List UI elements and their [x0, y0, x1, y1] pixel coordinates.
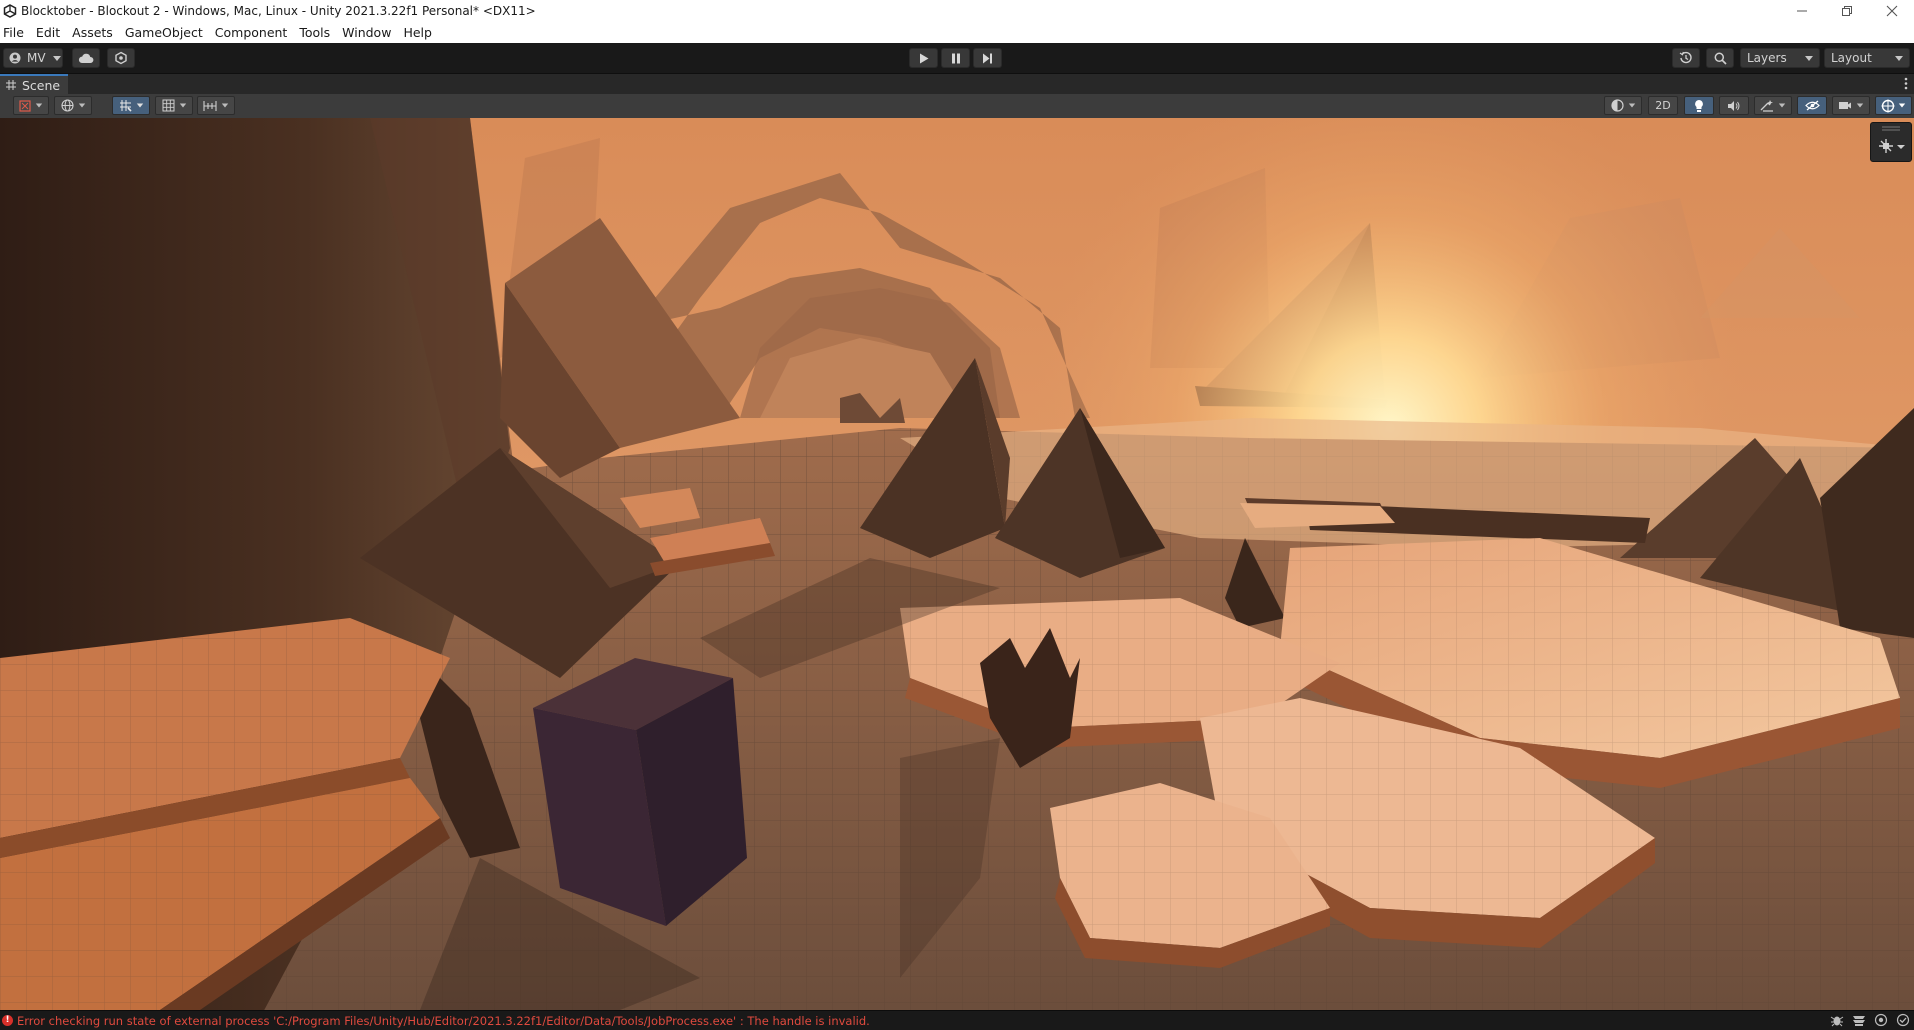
chevron-down-icon — [1778, 103, 1786, 108]
scene-viewport[interactable] — [0, 118, 1914, 1010]
shading-icon — [1610, 99, 1624, 112]
maximize-button[interactable] — [1824, 0, 1869, 22]
account-icon — [9, 52, 21, 64]
hidden-objects-icon — [1804, 100, 1820, 111]
more-icon — [1904, 77, 1908, 90]
history-icon — [1679, 51, 1692, 64]
play-icon — [919, 53, 928, 63]
menu-bar: File Edit Assets GameObject Component To… — [0, 22, 1914, 44]
transform-tool-icon — [19, 99, 31, 112]
grid-icon — [162, 99, 174, 112]
layers-dropdown[interactable]: Layers — [1740, 48, 1820, 68]
menu-window[interactable]: Window — [338, 25, 399, 40]
search-button[interactable] — [1706, 48, 1734, 68]
menu-help[interactable]: Help — [399, 25, 440, 40]
scene-tab-bar: Scene — [0, 74, 1914, 94]
scene-render — [0, 118, 1914, 1010]
cloud-icon — [78, 53, 94, 63]
pause-icon — [951, 53, 960, 63]
minimize-icon — [1796, 10, 1807, 12]
account-label: MV — [27, 51, 46, 65]
layers-label: Layers — [1747, 51, 1787, 65]
effects-icon — [1760, 100, 1773, 112]
close-button[interactable] — [1869, 0, 1914, 22]
increment-snap-dropdown[interactable] — [197, 96, 235, 115]
tab-more-button[interactable] — [1904, 77, 1908, 93]
chevron-down-icon — [1856, 103, 1864, 108]
layout-label: Layout — [1831, 51, 1872, 65]
status-bar[interactable]: ! Error checking run state of external p… — [0, 1010, 1914, 1030]
window-title: Blocktober - Blockout 2 - Windows, Mac, … — [21, 4, 536, 18]
toggle-lighting-button[interactable] — [1684, 96, 1714, 115]
effects-dropdown[interactable] — [1754, 96, 1792, 115]
gizmos-icon — [1881, 99, 1895, 112]
status-message[interactable]: Error checking run state of external pro… — [17, 1014, 870, 1028]
menu-component[interactable]: Component — [211, 25, 296, 40]
minimize-button[interactable] — [1779, 0, 1824, 22]
toggle-audio-button[interactable] — [1719, 96, 1749, 115]
progress-stack-icon[interactable] — [1852, 1013, 1866, 1027]
chevron-down-icon — [179, 103, 186, 108]
scene-toolbar: 2D — [0, 94, 1914, 119]
close-icon — [1886, 5, 1897, 17]
menu-file[interactable]: File — [0, 25, 32, 40]
unity-logo-icon — [3, 4, 17, 18]
camera-icon — [1839, 102, 1851, 109]
step-icon — [983, 53, 992, 63]
bug-icon[interactable] — [1830, 1013, 1844, 1027]
chevron-down-icon — [35, 103, 43, 108]
camera-settings-dropdown[interactable] — [1832, 96, 1870, 115]
chevron-down-icon — [78, 103, 85, 108]
search-icon — [1714, 52, 1727, 65]
grid-visibility-dropdown[interactable] — [155, 96, 193, 115]
menu-edit[interactable]: Edit — [32, 25, 68, 40]
layout-dropdown[interactable]: Layout — [1824, 48, 1910, 68]
window-title-bar: Blocktober - Blockout 2 - Windows, Mac, … — [0, 0, 1914, 22]
chevron-down-icon — [221, 103, 229, 108]
chevron-down-icon — [1898, 103, 1906, 108]
chevron-down-icon — [1895, 55, 1903, 61]
menu-assets[interactable]: Assets — [68, 25, 121, 40]
step-button[interactable] — [973, 48, 1002, 68]
global-icon — [60, 99, 74, 112]
incremental-snap-icon — [203, 100, 217, 111]
collab-icon — [115, 51, 127, 65]
main-toolbar: MV Layers Layout — [0, 43, 1914, 74]
lighting-icon — [1695, 99, 1703, 112]
maximize-icon — [1841, 6, 1852, 16]
error-icon: ! — [2, 1015, 13, 1026]
toggle-hidden-objects-button[interactable] — [1797, 96, 1827, 115]
gizmos-dropdown[interactable] — [1875, 96, 1912, 115]
play-button[interactable] — [909, 48, 938, 68]
undo-history-button[interactable] — [1672, 48, 1700, 68]
grid-snap-dropdown[interactable] — [112, 96, 150, 115]
scene-tab-label: Scene — [22, 77, 61, 93]
scene-orientation-gizmo[interactable] — [1870, 122, 1912, 162]
snap-icon — [119, 100, 132, 112]
status-icons — [1830, 1013, 1910, 1027]
chevron-down-icon — [1628, 103, 1635, 108]
tool-handle-dropdown[interactable] — [13, 96, 49, 115]
draw-mode-dropdown[interactable] — [1604, 96, 1642, 115]
check-circle-icon[interactable] — [1896, 1013, 1910, 1027]
collab-button[interactable] — [107, 48, 135, 68]
chevron-down-icon — [1805, 55, 1813, 61]
mode-2d-label: 2D — [1655, 99, 1671, 112]
pause-button[interactable] — [941, 48, 970, 68]
audio-icon — [1728, 100, 1740, 111]
cloud-button[interactable] — [72, 48, 100, 68]
menu-gameobject[interactable]: GameObject — [121, 25, 211, 40]
chevron-down-icon — [136, 103, 143, 108]
chevron-down-icon — [52, 55, 61, 61]
scene-grid-icon — [6, 80, 16, 90]
toggle-2d-button[interactable]: 2D — [1648, 96, 1678, 115]
orientation-gizmo-icon — [1879, 126, 1905, 153]
tab-scene[interactable]: Scene — [0, 74, 69, 94]
account-dropdown[interactable]: MV — [3, 48, 63, 68]
menu-tools[interactable]: Tools — [295, 25, 338, 40]
pivot-rotation-dropdown[interactable] — [54, 96, 92, 115]
bake-lighting-icon[interactable] — [1874, 1013, 1888, 1027]
